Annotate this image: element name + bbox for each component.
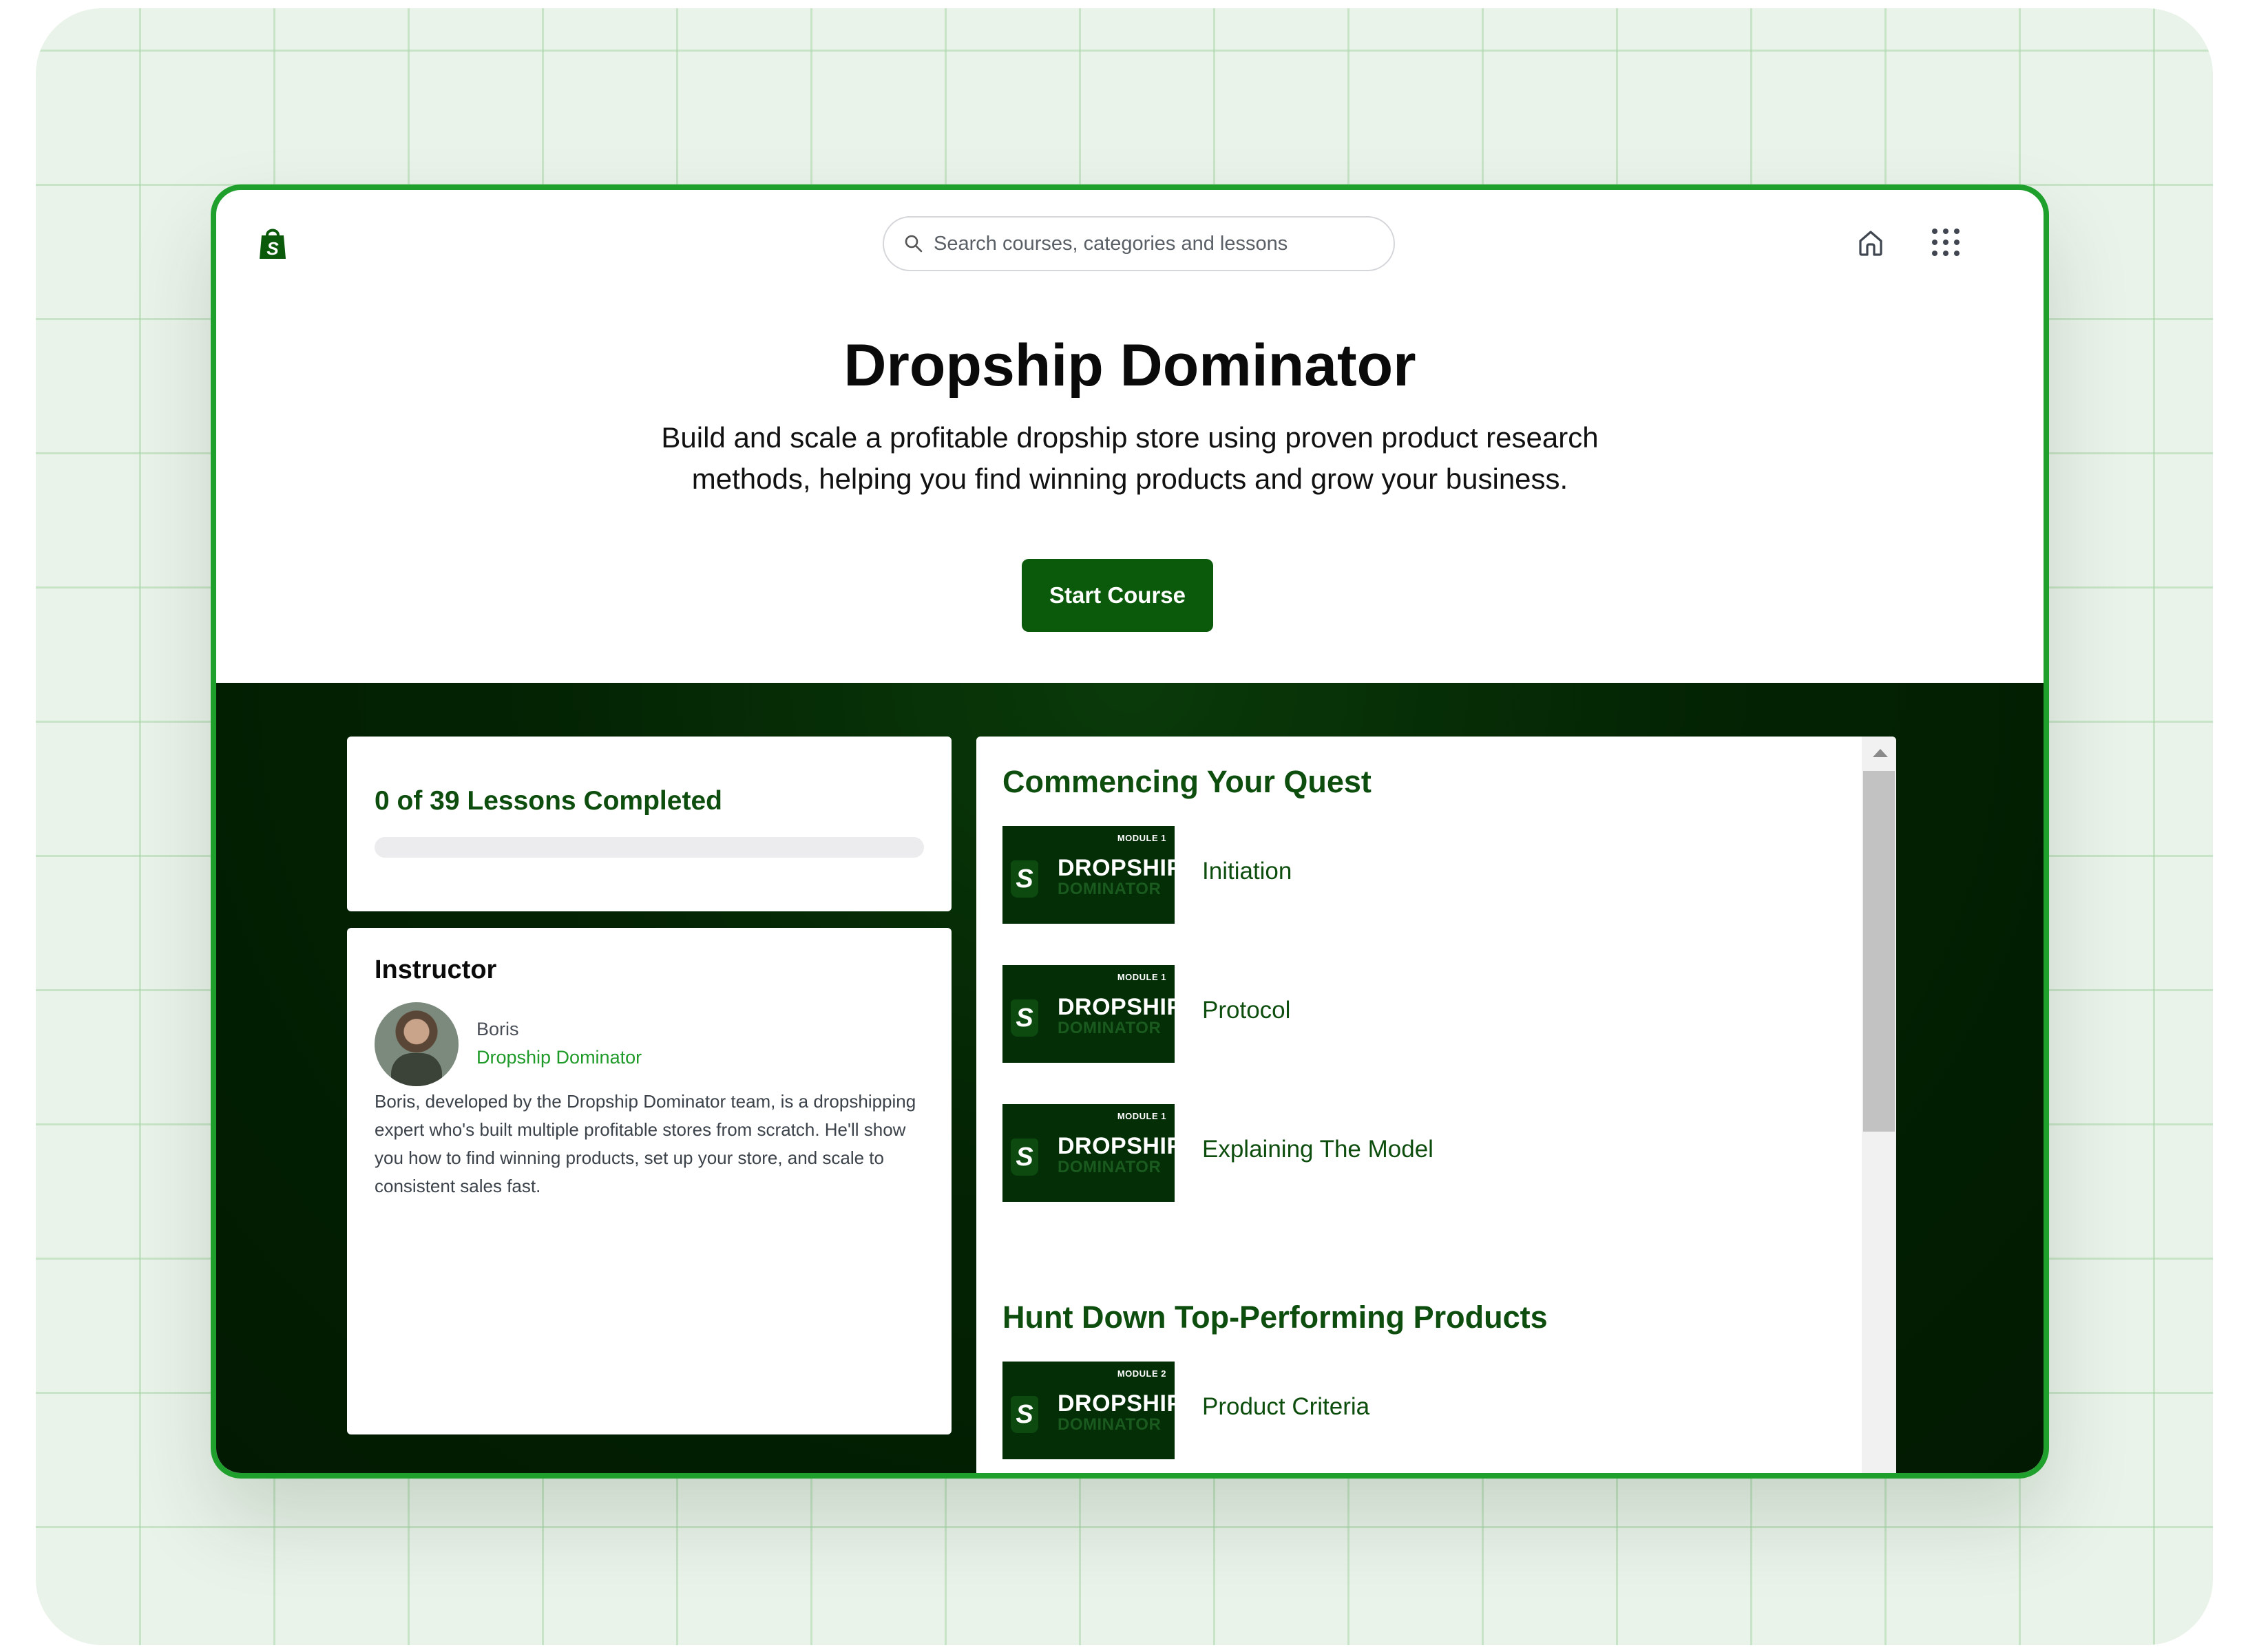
search-input[interactable] xyxy=(932,231,1362,256)
instructor-avatar xyxy=(375,1002,459,1086)
course-content-section: 0 of 39 Lessons Completed Instructor Bor… xyxy=(216,683,2044,1473)
lesson-title[interactable]: Explaining The Model xyxy=(1202,1136,1433,1163)
lesson-title[interactable]: Product Criteria xyxy=(1202,1393,1369,1421)
lesson-thumbnail: MODULE 1 S DROPSHIP DOMINATOR xyxy=(1002,965,1175,1063)
shopify-logo-icon: S xyxy=(1011,1139,1038,1176)
lesson-thumbnail: MODULE 1 S DROPSHIP DOMINATOR xyxy=(1002,1104,1175,1202)
shopify-logo-icon: S xyxy=(1011,999,1038,1037)
lesson-item-product-criteria[interactable]: MODULE 2 S DROPSHIP DOMINATOR Product Cr… xyxy=(1002,1362,1829,1459)
start-course-button[interactable]: Start Course xyxy=(1022,559,1213,632)
search-box[interactable] xyxy=(883,216,1395,271)
lesson-thumbnail: MODULE 2 S DROPSHIP DOMINATOR xyxy=(1002,1362,1175,1459)
svg-text:S: S xyxy=(266,238,279,259)
lesson-thumbnail: MODULE 1 S DROPSHIP DOMINATOR xyxy=(1002,826,1175,924)
instructor-organization[interactable]: Dropship Dominator xyxy=(476,1047,642,1068)
lessons-panel[interactable]: Commencing Your Quest MODULE 1 S DROPSHI… xyxy=(976,737,1896,1473)
search-icon xyxy=(905,235,923,253)
module-title: Hunt Down Top-Performing Products xyxy=(1002,1300,1548,1335)
lessons-completed-label: 0 of 39 Lessons Completed xyxy=(375,786,722,816)
lessons-scrollbar[interactable] xyxy=(1862,737,1896,1473)
top-bar: S xyxy=(216,190,2044,286)
scroll-up-arrow-icon[interactable] xyxy=(1873,749,1888,757)
lesson-title[interactable]: Protocol xyxy=(1202,997,1290,1024)
apps-grid-icon[interactable] xyxy=(1932,229,1960,256)
progress-bar xyxy=(375,837,924,858)
shopify-logo-icon: S xyxy=(1011,1396,1038,1433)
lesson-item-explaining-the-model[interactable]: MODULE 1 S DROPSHIP DOMINATOR Explaining… xyxy=(1002,1104,1829,1202)
shopify-logo-icon: S xyxy=(1011,860,1038,898)
progress-card: 0 of 39 Lessons Completed xyxy=(347,737,952,911)
module-title: Commencing Your Quest xyxy=(1002,764,1372,799)
course-description: Build and scale a profitable dropship st… xyxy=(661,421,1599,495)
home-icon[interactable] xyxy=(1853,226,1888,260)
instructor-name: Boris xyxy=(476,1019,519,1039)
scrollbar-thumb[interactable] xyxy=(1863,771,1895,1132)
instructor-card: Instructor Boris Dropship Dominator Bori… xyxy=(347,928,952,1434)
course-hero: Dropship Dominator Build and scale a pro… xyxy=(216,328,2044,500)
instructor-heading: Instructor xyxy=(375,955,497,984)
lesson-title[interactable]: Initiation xyxy=(1202,858,1292,885)
shopify-logo-icon[interactable]: S xyxy=(258,226,288,260)
course-title: Dropship Dominator xyxy=(843,332,1416,399)
lesson-item-protocol[interactable]: MODULE 1 S DROPSHIP DOMINATOR Protocol xyxy=(1002,965,1829,1063)
app-window: S Dropship Dominator Build and scale a p… xyxy=(211,184,2049,1479)
instructor-bio: Boris, developed by the Dropship Dominat… xyxy=(375,1091,916,1196)
lesson-item-initiation[interactable]: MODULE 1 S DROPSHIP DOMINATOR Initiation xyxy=(1002,826,1829,924)
